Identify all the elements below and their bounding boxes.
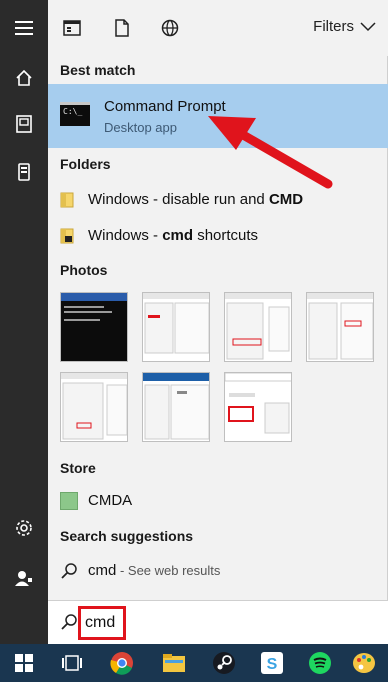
photo-thumbnail[interactable] — [224, 372, 292, 442]
folder-icon — [60, 228, 74, 244]
photo-thumbnail[interactable] — [224, 292, 292, 362]
search-icon — [61, 614, 77, 630]
folder-icon — [60, 192, 74, 208]
chrome-icon[interactable] — [98, 644, 146, 682]
paint-icon[interactable] — [340, 644, 388, 682]
windows-start-icon[interactable] — [0, 644, 48, 682]
file-explorer-icon[interactable] — [150, 644, 198, 682]
user-icon[interactable] — [0, 558, 48, 598]
task-view-icon[interactable] — [48, 644, 96, 682]
document-icon[interactable] — [110, 16, 134, 40]
search-suggestion[interactable]: cmd - See web results — [48, 556, 388, 586]
best-match-subtitle: Desktop app — [104, 120, 177, 135]
store-app-icon — [60, 492, 78, 510]
settings-icon[interactable] — [0, 508, 48, 548]
best-match-heading: Best match — [60, 62, 136, 78]
photo-thumbnail[interactable] — [60, 372, 128, 442]
apps-icon[interactable] — [60, 16, 84, 40]
best-match-title: Command Prompt — [104, 98, 226, 115]
steam-icon[interactable] — [200, 644, 248, 682]
store-item[interactable]: CMDA — [48, 486, 388, 516]
photo-thumbnail[interactable] — [306, 292, 374, 362]
store-item-label: CMDA — [88, 492, 133, 509]
home-icon[interactable] — [0, 58, 48, 98]
photo-thumbnail[interactable] — [142, 292, 210, 362]
search-panel: Filters Best match C:\_ Command Prompt D… — [48, 0, 388, 644]
command-prompt-icon: C:\_ — [60, 102, 90, 126]
search-scope-bar: Filters — [48, 0, 388, 56]
taskbar: S — [0, 644, 388, 682]
photo-thumbnail[interactable] — [60, 292, 128, 362]
search-icon — [61, 563, 77, 579]
search-suggestions-heading: Search suggestions — [60, 528, 194, 544]
photos-heading: Photos — [60, 262, 108, 278]
hamburger-icon[interactable] — [0, 8, 48, 48]
suggestion-label: cmd - See web results — [88, 562, 221, 579]
search-input[interactable]: cmd — [78, 606, 126, 640]
start-menu-rail — [0, 0, 48, 644]
slack-icon[interactable]: S — [248, 644, 296, 682]
folder-label: Windows - cmd shortcuts — [88, 227, 259, 244]
web-icon[interactable] — [158, 16, 182, 40]
filters-dropdown[interactable]: Filters — [313, 18, 376, 35]
phone-icon[interactable] — [0, 152, 48, 192]
folder-item[interactable]: Windows - cmd shortcuts — [48, 218, 388, 254]
svg-text:S: S — [267, 656, 278, 673]
folder-label: Windows - disable run and CMD — [88, 191, 304, 208]
folders-heading: Folders — [60, 156, 111, 172]
search-box[interactable]: cmd — [48, 600, 388, 644]
documents-icon[interactable] — [0, 104, 48, 144]
best-match-command-prompt[interactable]: C:\_ Command Prompt Desktop app — [48, 84, 388, 148]
store-heading: Store — [60, 460, 96, 476]
photo-thumbnail[interactable] — [142, 372, 210, 442]
filters-label: Filters — [313, 18, 354, 35]
folder-item[interactable]: Windows - disable run and CMD — [48, 182, 388, 218]
chevron-down-icon — [360, 21, 376, 31]
spotify-icon[interactable] — [296, 644, 344, 682]
